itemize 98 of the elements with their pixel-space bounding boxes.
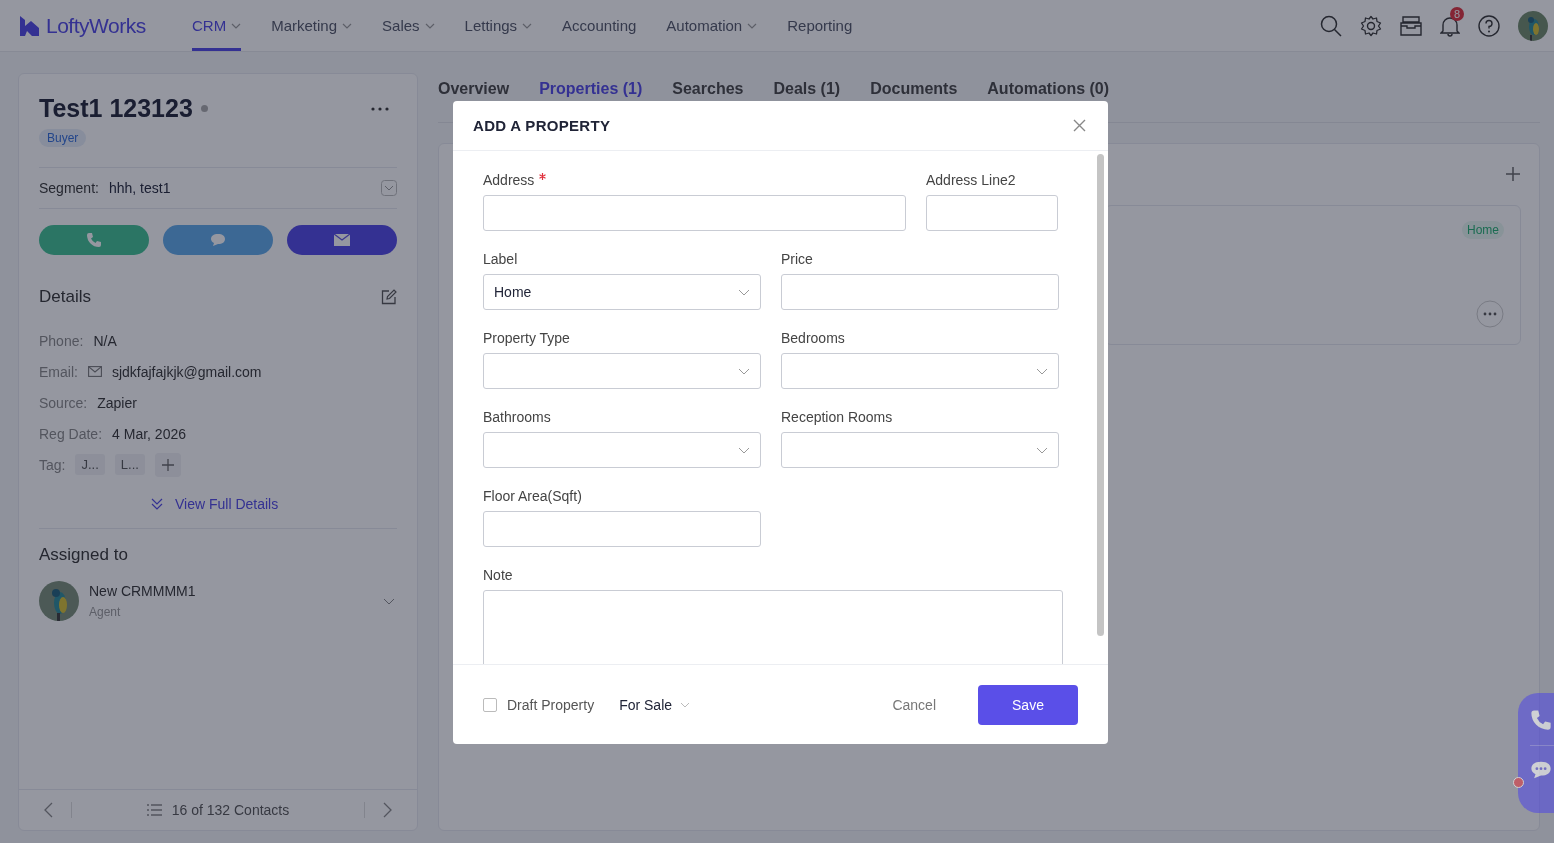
field-label: Label <box>483 251 518 267</box>
select-value: Home <box>494 284 532 300</box>
field-label: Address Line2 <box>926 172 1016 188</box>
nav-tab[interactable]: Reporting <box>787 0 853 51</box>
tab[interactable]: Overview <box>438 80 510 98</box>
next-icon[interactable] <box>383 802 393 818</box>
checkbox-label: Draft Property <box>507 696 595 713</box>
field-value: sjdkfajfajkjk@gmail.com <box>111 363 262 380</box>
nav-tab[interactable]: Accounting <box>562 0 637 51</box>
input-field[interactable] <box>926 195 1058 231</box>
input-field[interactable] <box>781 274 1059 310</box>
inbox-icon[interactable] <box>1400 15 1422 36</box>
select-field[interactable] <box>781 432 1059 468</box>
save-button[interactable]: Save <box>978 684 1078 725</box>
chevron-down-icon <box>1036 446 1048 454</box>
phone-icon[interactable] <box>1530 709 1552 731</box>
nav-tab[interactable]: Sales <box>382 0 435 51</box>
field-label: Price <box>781 251 813 267</box>
field-value: N/A <box>93 332 117 349</box>
field-label: Bedrooms <box>781 330 845 346</box>
field-label: Property Type <box>483 330 570 346</box>
chevron-down-icon <box>738 446 750 454</box>
message-button[interactable] <box>163 225 273 255</box>
field-label: Floor Area(Sqft) <box>483 488 582 504</box>
more-icon[interactable] <box>371 106 389 111</box>
edit-icon[interactable] <box>381 289 397 305</box>
select-field[interactable] <box>483 432 761 468</box>
tab[interactable]: Deals (1) <box>773 80 841 98</box>
cancel-button[interactable]: Cancel <box>872 696 956 713</box>
chevron-down-icon[interactable] <box>383 597 395 605</box>
chevron-down-icon <box>738 367 750 375</box>
chat-icon[interactable] <box>1530 760 1552 780</box>
close-icon[interactable] <box>1073 119 1086 132</box>
field-label: Phone: <box>39 332 84 349</box>
help-icon[interactable] <box>1478 14 1500 37</box>
tab[interactable]: Searches <box>672 80 744 98</box>
section-title: Assigned to <box>39 545 129 565</box>
checkbox[interactable] <box>483 697 497 712</box>
double-chevron-icon <box>151 498 163 510</box>
contact-name: Test1 123123 <box>39 94 193 123</box>
tab[interactable]: Properties (1) <box>539 80 643 98</box>
role-tag: Buyer <box>39 129 87 147</box>
segment-value: hhh, test1 <box>108 180 171 196</box>
field-label: Tag: <box>39 456 66 473</box>
nav-tab[interactable]: CRM <box>192 0 242 51</box>
field-label: Reception Rooms <box>781 409 893 425</box>
chevron-down-icon <box>1036 367 1048 375</box>
input-field[interactable] <box>483 195 906 231</box>
tab[interactable]: Documents <box>870 80 958 98</box>
tag-chip[interactable]: L... <box>114 454 145 475</box>
mail-icon <box>87 366 102 377</box>
add-tag-icon[interactable] <box>154 452 181 477</box>
segment-label: Segment: <box>39 180 99 196</box>
select-field[interactable] <box>483 353 761 389</box>
dropdown-icon[interactable] <box>381 180 397 196</box>
pager-text: 16 of 132 Contacts <box>171 802 290 818</box>
field-label: Source: <box>39 394 88 411</box>
notification-badge: 8 <box>1450 6 1465 21</box>
agent-role: Agent <box>89 605 122 619</box>
email-button[interactable] <box>287 225 397 255</box>
status-dot <box>200 105 208 112</box>
chat-icon <box>210 233 226 247</box>
tag-chip[interactable]: J... <box>75 454 105 475</box>
scrollbar[interactable] <box>1097 154 1104 636</box>
field-value: 4 Mar, 2026 <box>112 425 186 442</box>
field-label: Address <box>483 172 535 188</box>
logo-icon <box>18 15 42 36</box>
field-label: Email: <box>39 363 78 380</box>
dialog-title: ADD A PROPERTY <box>473 117 611 134</box>
nav-tab[interactable]: Automation <box>666 0 758 51</box>
nav-tab[interactable]: Marketing <box>271 0 353 51</box>
logo-text[interactable]: LoftyWorks <box>46 13 146 38</box>
settings-icon[interactable] <box>1360 14 1382 37</box>
note-field[interactable] <box>483 590 1063 664</box>
input-field[interactable] <box>483 511 761 547</box>
agent-name: New CRMMMM1 <box>89 583 197 599</box>
nav-tab[interactable]: Lettings <box>464 0 533 51</box>
phone-icon <box>86 232 102 248</box>
field-value: Zapier <box>97 394 137 411</box>
previous-icon[interactable] <box>43 802 53 818</box>
field-label: Reg Date: <box>39 425 103 442</box>
tab[interactable]: Automations (0) <box>987 80 1110 98</box>
select-field[interactable] <box>781 353 1059 389</box>
alert-dot <box>1513 777 1524 788</box>
chevron-down-icon <box>738 288 750 296</box>
call-button[interactable] <box>39 225 149 255</box>
select-field[interactable]: Home <box>483 274 761 310</box>
search-icon[interactable] <box>1320 14 1342 37</box>
list-icon <box>146 804 162 816</box>
section-title: Details <box>39 287 91 307</box>
add-icon[interactable] <box>1505 166 1521 182</box>
mail-icon <box>334 234 350 246</box>
view-full-details-link[interactable]: View Full Details <box>151 496 279 512</box>
field-label: Note <box>483 567 514 583</box>
field-label: Bathrooms <box>483 409 551 425</box>
label-tag: Home <box>1462 221 1504 239</box>
chevron-down-icon[interactable] <box>680 701 691 708</box>
status-select[interactable]: For Sale <box>619 696 673 713</box>
